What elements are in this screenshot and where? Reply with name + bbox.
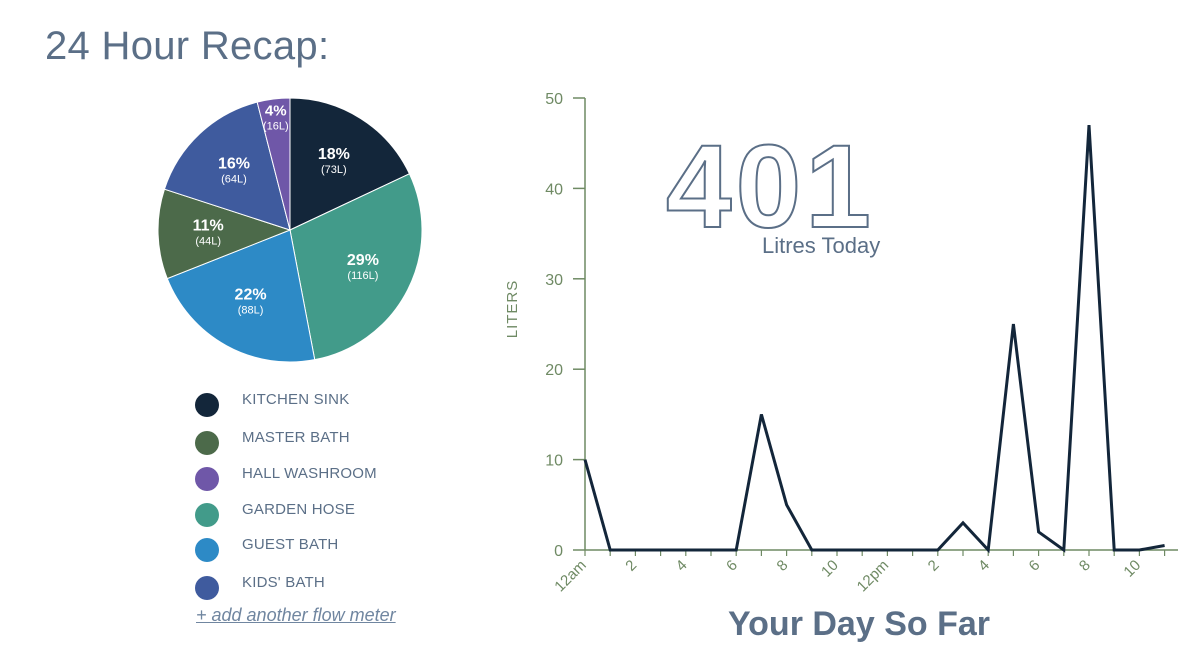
x-tick-label: 2	[925, 557, 943, 575]
legend-swatch	[195, 467, 219, 491]
y-tick-label: 0	[554, 543, 563, 560]
legend-label: MASTER BATH	[242, 429, 350, 446]
legend-swatch	[195, 538, 219, 562]
y-tick-label: 10	[545, 453, 563, 470]
legend-label: GUEST BATH	[242, 536, 339, 553]
x-tick-label: 4	[975, 557, 993, 575]
y-tick-label: 40	[545, 181, 563, 198]
y-tick-label: 30	[545, 272, 563, 289]
pie-slice-litres-label: (73L)	[321, 164, 347, 176]
x-tick-label: 10	[1120, 557, 1144, 581]
legend-label: HALL WASHROOM	[242, 465, 377, 482]
x-tick-label: 12am	[551, 557, 590, 596]
legend-item-garden-hose[interactable]: GARDEN HOSE	[195, 495, 455, 527]
pie-slice-percent-label: 18%	[318, 146, 350, 163]
legend-item-kitchen-sink[interactable]: KITCHEN SINK	[195, 385, 455, 417]
legend-item-hall-washroom[interactable]: HALL WASHROOM	[195, 459, 455, 491]
total-litres: 401	[665, 121, 875, 253]
pie-slice-litres-label: (16L)	[263, 120, 289, 132]
x-tick-label: 2	[622, 557, 640, 575]
pie-slice-litres-label: (44L)	[195, 236, 221, 248]
legend-item-guest-bath[interactable]: GUEST BATH	[195, 530, 455, 562]
chart-title: Your Day So Far	[728, 605, 990, 643]
x-tick-label: 4	[673, 557, 691, 575]
x-tick-label: 6	[723, 557, 741, 575]
pie-slice-percent-label: 11%	[193, 218, 224, 235]
legend-swatch	[195, 393, 219, 417]
x-tick-label: 10	[818, 557, 842, 581]
x-tick-label: 12pm	[854, 557, 893, 596]
y-axis-label: LITERS	[504, 280, 521, 339]
add-flow-meter-link[interactable]: + add another flow meter	[196, 605, 396, 626]
pie-slice-percent-label: 16%	[218, 155, 250, 172]
x-tick-label: 8	[774, 557, 792, 575]
x-tick-label: 6	[1026, 557, 1044, 575]
pie-slice-litres-label: (116L)	[347, 270, 378, 282]
page-title: 24 Hour Recap:	[45, 24, 330, 68]
legend-swatch	[195, 576, 219, 600]
legend-item-master-bath[interactable]: MASTER BATH	[195, 423, 455, 455]
pie-slice-percent-label: 29%	[347, 252, 379, 269]
y-tick-label: 20	[545, 362, 563, 379]
total-litres-caption: Litres Today	[762, 233, 881, 258]
legend-label: KITCHEN SINK	[242, 391, 350, 408]
legend-item-kids-bath[interactable]: KIDS' BATH	[195, 568, 455, 600]
pie-slice-litres-label: (64L)	[221, 173, 247, 185]
x-tick-label: 8	[1076, 557, 1094, 575]
legend-label: KIDS' BATH	[242, 574, 325, 591]
pie-chart: 18%(73L) 29%(116L) 22%(88L) 11%(44L) 16%(64L…	[157, 97, 423, 363]
pie-slice-percent-label: 4%	[265, 102, 287, 119]
y-tick-label: 50	[545, 91, 563, 108]
pie-slice-litres-label: (88L)	[238, 305, 264, 317]
legend-swatch	[195, 431, 219, 455]
pie-slice-percent-label: 22%	[235, 287, 267, 304]
legend-swatch	[195, 503, 219, 527]
legend-label: GARDEN HOSE	[242, 501, 356, 518]
